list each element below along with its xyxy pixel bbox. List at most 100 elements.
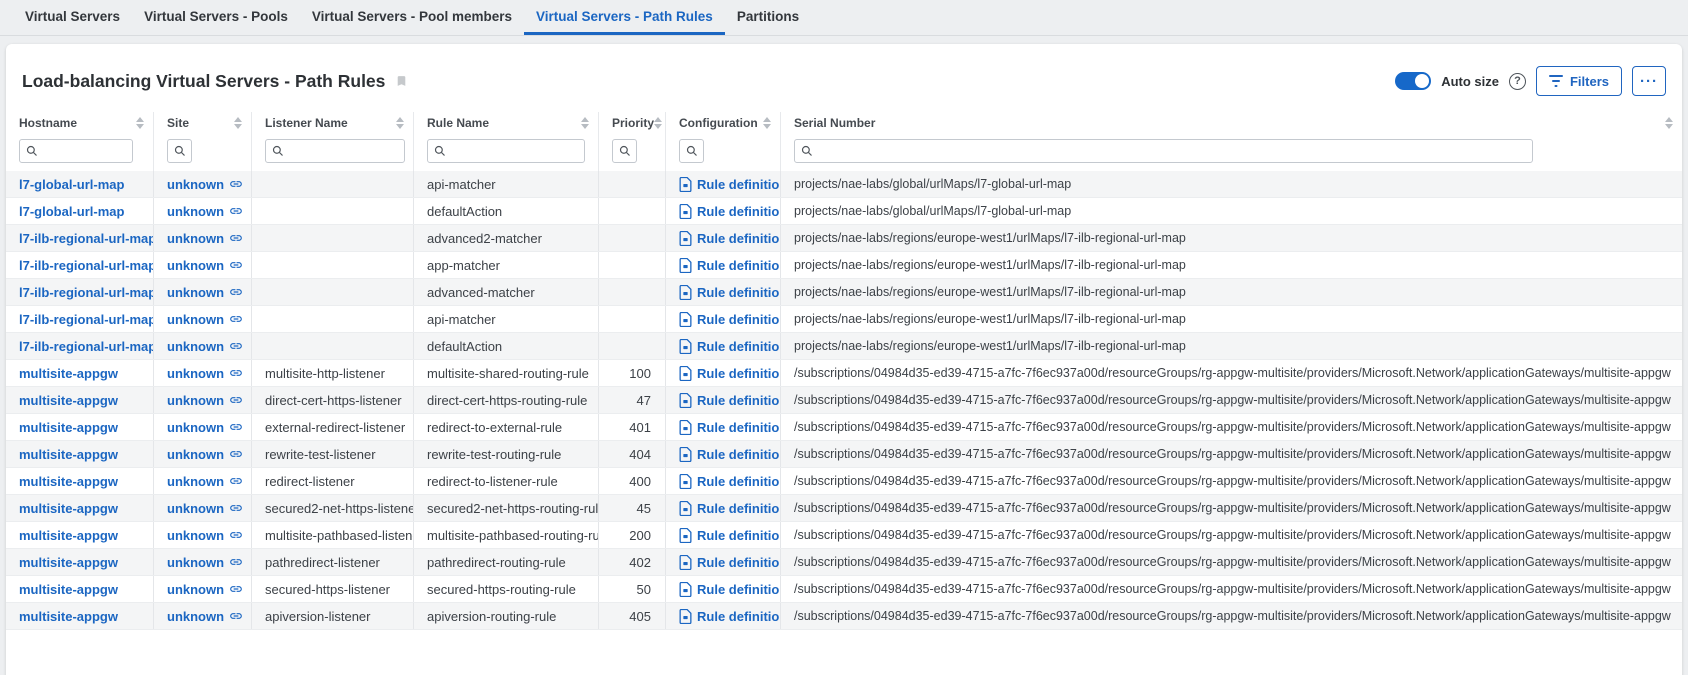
tab-virtual-servers-pool-members[interactable]: Virtual Servers - Pool members [300, 0, 524, 35]
rule-definition-link[interactable]: Rule definition [679, 285, 781, 300]
site-search-input[interactable] [190, 144, 191, 158]
hostname-link[interactable]: l7-ilb-regional-url-map [19, 312, 154, 327]
column-header-hostname[interactable]: Hostname [6, 112, 154, 134]
rule-definition-file-icon [679, 312, 692, 327]
sort-icon[interactable] [763, 117, 771, 129]
rule-definition-link[interactable]: Rule definition [679, 339, 781, 354]
site-link[interactable]: unknown [167, 366, 243, 381]
hostname-link[interactable]: l7-ilb-regional-url-map [19, 339, 154, 354]
site-link[interactable]: unknown [167, 609, 243, 624]
site-link[interactable]: unknown [167, 501, 243, 516]
rule-definition-link[interactable]: Rule definition [679, 393, 781, 408]
site-link[interactable]: unknown [167, 231, 243, 246]
priority-cell: 45 [599, 495, 666, 521]
rule-name-cell: advanced-matcher [414, 279, 599, 305]
site-link[interactable]: unknown [167, 582, 243, 597]
rule-definition-link[interactable]: Rule definition [679, 501, 781, 516]
tab-virtual-servers-path-rules[interactable]: Virtual Servers - Path Rules [524, 0, 725, 35]
rule-definition-link[interactable]: Rule definition [679, 609, 781, 624]
rule-definition-file-icon [679, 447, 692, 462]
site-text: unknown [167, 447, 224, 462]
serial-number-search-input[interactable] [817, 144, 1532, 158]
filters-button[interactable]: Filters [1536, 66, 1622, 96]
hostname-link[interactable]: multisite-appgw [19, 582, 118, 597]
rule-definition-link[interactable]: Rule definition [679, 582, 781, 597]
hostname-link[interactable]: multisite-appgw [19, 393, 118, 408]
hostname-link[interactable]: l7-ilb-regional-url-map [19, 258, 154, 273]
search-icon [801, 145, 813, 157]
column-header-listener-name[interactable]: Listener Name [252, 112, 414, 134]
rule-definition-link[interactable]: Rule definition [679, 528, 781, 543]
listener-name-search-input[interactable] [288, 144, 404, 158]
hostname-link[interactable]: multisite-appgw [19, 447, 118, 462]
site-link[interactable]: unknown [167, 393, 243, 408]
hostname-search-input[interactable] [42, 144, 132, 158]
column-header-site[interactable]: Site [154, 112, 252, 134]
site-link[interactable]: unknown [167, 312, 243, 327]
rule-definition-link[interactable]: Rule definition [679, 204, 781, 219]
site-link[interactable]: unknown [167, 177, 243, 192]
hostname-link[interactable]: multisite-appgw [19, 474, 118, 489]
rule-definition-link[interactable]: Rule definition [679, 177, 781, 192]
table-row: l7-global-url-map unknown defaultAction … [6, 198, 1682, 225]
sort-icon[interactable] [234, 117, 242, 129]
hostname-link[interactable]: l7-global-url-map [19, 204, 124, 219]
rule-definition-link[interactable]: Rule definition [679, 231, 781, 246]
site-link[interactable]: unknown [167, 528, 243, 543]
sort-icon[interactable] [581, 117, 589, 129]
hostname-link[interactable]: multisite-appgw [19, 420, 118, 435]
hostname-link[interactable]: l7-global-url-map [19, 177, 124, 192]
site-link[interactable]: unknown [167, 555, 243, 570]
site-text: unknown [167, 474, 224, 489]
column-header-serial-number[interactable]: Serial Number [781, 112, 1682, 134]
site-link[interactable]: unknown [167, 420, 243, 435]
sort-icon[interactable] [654, 117, 662, 129]
rule-definition-link[interactable]: Rule definition [679, 474, 781, 489]
hostname-link[interactable]: l7-ilb-regional-url-map [19, 285, 154, 300]
listener-name-cell: secured-https-listener [252, 576, 414, 602]
site-link[interactable]: unknown [167, 285, 243, 300]
hostname-link[interactable]: multisite-appgw [19, 555, 118, 570]
configuration-search-input[interactable] [702, 144, 703, 158]
site-text: unknown [167, 339, 224, 354]
hostname-link[interactable]: multisite-appgw [19, 609, 118, 624]
table-search-row [6, 134, 1682, 171]
site-link[interactable]: unknown [167, 447, 243, 462]
rule-definition-link[interactable]: Rule definition [679, 555, 781, 570]
hostname-link[interactable]: multisite-appgw [19, 366, 118, 381]
rule-definition-link[interactable]: Rule definition [679, 258, 781, 273]
more-actions-button[interactable]: ··· [1632, 66, 1666, 96]
rule-definition-link[interactable]: Rule definition [679, 312, 781, 327]
site-link[interactable]: unknown [167, 258, 243, 273]
tab-virtual-servers-pools[interactable]: Virtual Servers - Pools [132, 0, 300, 35]
hostname-link[interactable]: multisite-appgw [19, 501, 118, 516]
rule-definition-text: Rule definition [697, 555, 781, 570]
hostname-link[interactable]: multisite-appgw [19, 528, 118, 543]
help-icon[interactable]: ? [1509, 73, 1526, 90]
column-header-rule-name[interactable]: Rule Name [414, 112, 599, 134]
column-header-priority[interactable]: Priority [599, 112, 666, 134]
rule-definition-link[interactable]: Rule definition [679, 447, 781, 462]
priority-cell: 405 [599, 603, 666, 629]
site-link[interactable]: unknown [167, 339, 243, 354]
rule-definition-text: Rule definition [697, 258, 781, 273]
site-link[interactable]: unknown [167, 474, 243, 489]
priority-search-input[interactable] [635, 144, 636, 158]
sort-icon[interactable] [396, 117, 404, 129]
auto-size-toggle[interactable] [1395, 72, 1431, 90]
sort-icon[interactable] [1665, 117, 1673, 129]
listener-name-cell [252, 252, 414, 278]
site-link[interactable]: unknown [167, 204, 243, 219]
column-header-configuration[interactable]: Configuration [666, 112, 781, 134]
rule-definition-link[interactable]: Rule definition [679, 366, 781, 381]
bookmark-icon[interactable] [395, 73, 408, 89]
search-icon [686, 145, 698, 157]
rule-name-search-input[interactable] [450, 144, 584, 158]
hostname-text: l7-ilb-regional-url-map [19, 339, 154, 354]
tab-virtual-servers[interactable]: Virtual Servers [13, 0, 132, 35]
sort-icon[interactable] [136, 117, 144, 129]
site-text: unknown [167, 582, 224, 597]
rule-definition-link[interactable]: Rule definition [679, 420, 781, 435]
tab-partitions[interactable]: Partitions [725, 0, 811, 35]
hostname-link[interactable]: l7-ilb-regional-url-map [19, 231, 154, 246]
